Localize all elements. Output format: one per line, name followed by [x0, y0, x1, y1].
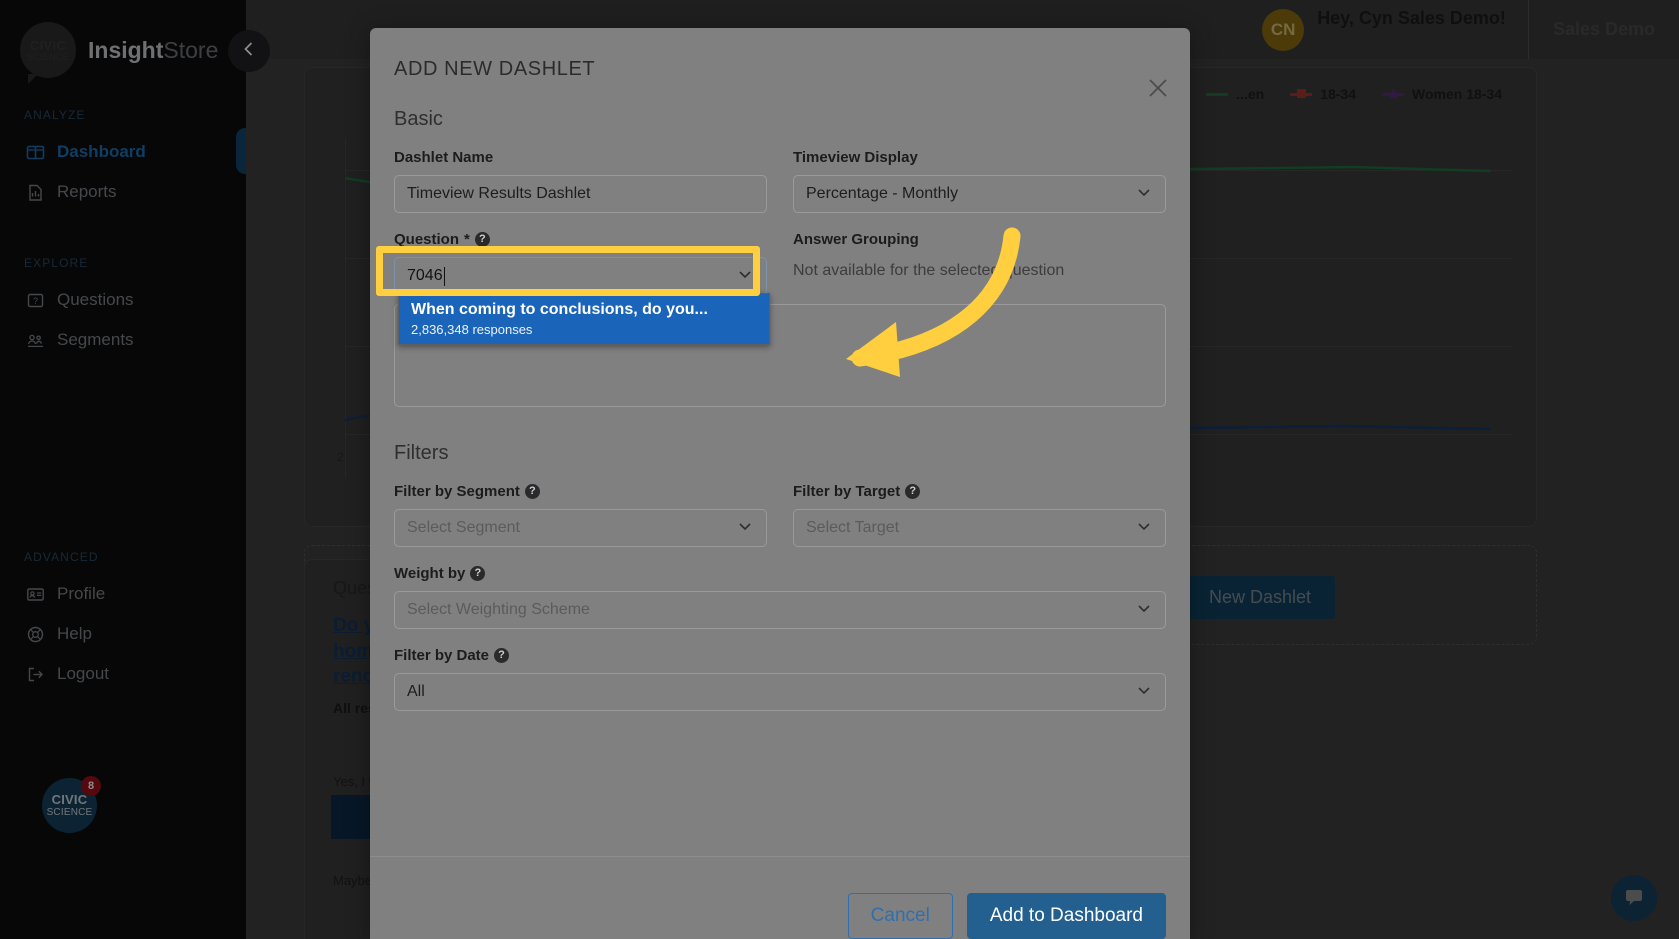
filter-by-date-value: All — [407, 683, 425, 700]
modal-footer-divider — [370, 856, 1190, 857]
filter-by-segment-label-text: Filter by Segment — [394, 483, 520, 500]
filter-by-segment-select[interactable]: Select Segment — [394, 509, 767, 547]
weight-by-label: Weight by ? — [394, 565, 1166, 582]
weight-by-value: Select Weighting Scheme — [407, 601, 590, 618]
filter-by-target-value: Select Target — [806, 519, 900, 536]
cancel-button[interactable]: Cancel — [847, 893, 953, 939]
chevron-down-icon[interactable] — [736, 265, 754, 288]
filter-by-segment-value: Select Segment — [407, 519, 520, 536]
help-icon[interactable]: ? — [474, 232, 490, 247]
filters-grid: Filter by Segment ? Select Segment Filte… — [370, 465, 1190, 547]
filters-section-heading: Filters — [394, 442, 449, 464]
answer-grouping-label-text: Answer Grouping — [793, 231, 919, 248]
close-icon[interactable] — [1144, 74, 1172, 102]
timeview-display-label: Timeview Display — [793, 149, 1166, 166]
weight-by-wrap: Weight by ? Select Weighting Scheme Filt… — [370, 547, 1190, 711]
question-suggestion-option[interactable]: When coming to conclusions, do you... 2,… — [399, 294, 769, 344]
answer-grouping-label: Answer Grouping — [793, 231, 1166, 248]
suggestion-text: When coming to conclusions, do you... — [411, 301, 708, 318]
weight-by-field: Weight by ? Select Weighting Scheme — [394, 547, 1166, 629]
weight-by-select[interactable]: Select Weighting Scheme — [394, 591, 1166, 629]
question-input-value: 7046 — [407, 267, 443, 284]
question-suggestions-menu: When coming to conclusions, do you... 2,… — [398, 293, 770, 345]
suggestion-responses: 2,836,348 responses — [411, 322, 533, 338]
add-new-dashlet-modal: ADD NEW DASHLET Basic Dashlet Name Timev… — [370, 28, 1190, 939]
timeview-display-select[interactable]: Percentage - Monthly — [793, 175, 1166, 213]
filter-by-target-select[interactable]: Select Target — [793, 509, 1166, 547]
chevron-down-icon — [1135, 183, 1153, 206]
question-field: Question * ? 7046 When coming to conclus… — [376, 213, 770, 345]
question-combobox: 7046 When coming to conclusions, do you.… — [376, 246, 770, 345]
filter-by-target-label: Filter by Target ? — [793, 483, 1166, 500]
filter-by-date-select[interactable]: All — [394, 673, 1166, 711]
filter-by-date-label: Filter by Date ? — [394, 647, 1166, 664]
filter-by-target-label-text: Filter by Target — [793, 483, 901, 500]
answer-grouping-field: Answer Grouping Not available for the se… — [793, 213, 1166, 295]
question-input-value-wrap: 7046 — [407, 266, 445, 286]
chevron-down-icon — [736, 517, 754, 540]
filter-by-segment-field: Filter by Segment ? Select Segment — [394, 465, 767, 547]
chevron-down-icon — [1135, 599, 1153, 622]
timeview-display-label-text: Timeview Display — [793, 149, 918, 166]
modal-actions: Cancel Add to Dashboard — [847, 873, 1190, 939]
add-to-dashboard-button[interactable]: Add to Dashboard — [966, 893, 1166, 939]
question-label-text: Question — [394, 231, 460, 248]
dashlet-name-label-text: Dashlet Name — [394, 149, 494, 166]
answer-grouping-note: Not available for the selected question — [793, 262, 1065, 279]
basic-section-heading: Basic — [394, 108, 443, 130]
filter-by-target-field: Filter by Target ? Select Target — [793, 465, 1166, 547]
required-marker: * — [464, 231, 470, 248]
dashlet-name-label: Dashlet Name — [394, 149, 767, 166]
question-label: Question * ? — [394, 231, 767, 248]
timeview-display-field: Timeview Display Percentage - Monthly — [793, 131, 1166, 213]
filter-by-date-field: Filter by Date ? All — [394, 629, 1166, 711]
help-icon[interactable]: ? — [470, 566, 486, 581]
chevron-down-icon — [1135, 681, 1153, 704]
modal-title: ADD NEW DASHLET — [394, 58, 596, 80]
help-icon[interactable]: ? — [494, 648, 510, 663]
dashlet-name-input[interactable] — [394, 175, 767, 213]
dashlet-name-field: Dashlet Name — [394, 131, 767, 213]
chevron-left-icon — [239, 39, 259, 64]
filter-by-segment-label: Filter by Segment ? — [394, 483, 767, 500]
question-input[interactable]: 7046 — [394, 257, 767, 295]
timeview-display-value: Percentage - Monthly — [806, 185, 959, 202]
help-icon[interactable]: ? — [524, 484, 540, 499]
sidebar-collapse-button[interactable] — [228, 30, 270, 72]
help-icon[interactable]: ? — [905, 484, 921, 499]
filter-by-date-label-text: Filter by Date — [394, 647, 490, 664]
app-root: CIVIC SCIENCE InsightStore ANALYZE Dashb… — [0, 0, 1679, 939]
basic-fields-grid: Dashlet Name Timeview Display Percentage… — [370, 131, 1190, 345]
weight-by-label-text: Weight by — [394, 565, 466, 582]
text-cursor — [443, 266, 445, 286]
chevron-down-icon — [1135, 517, 1153, 540]
